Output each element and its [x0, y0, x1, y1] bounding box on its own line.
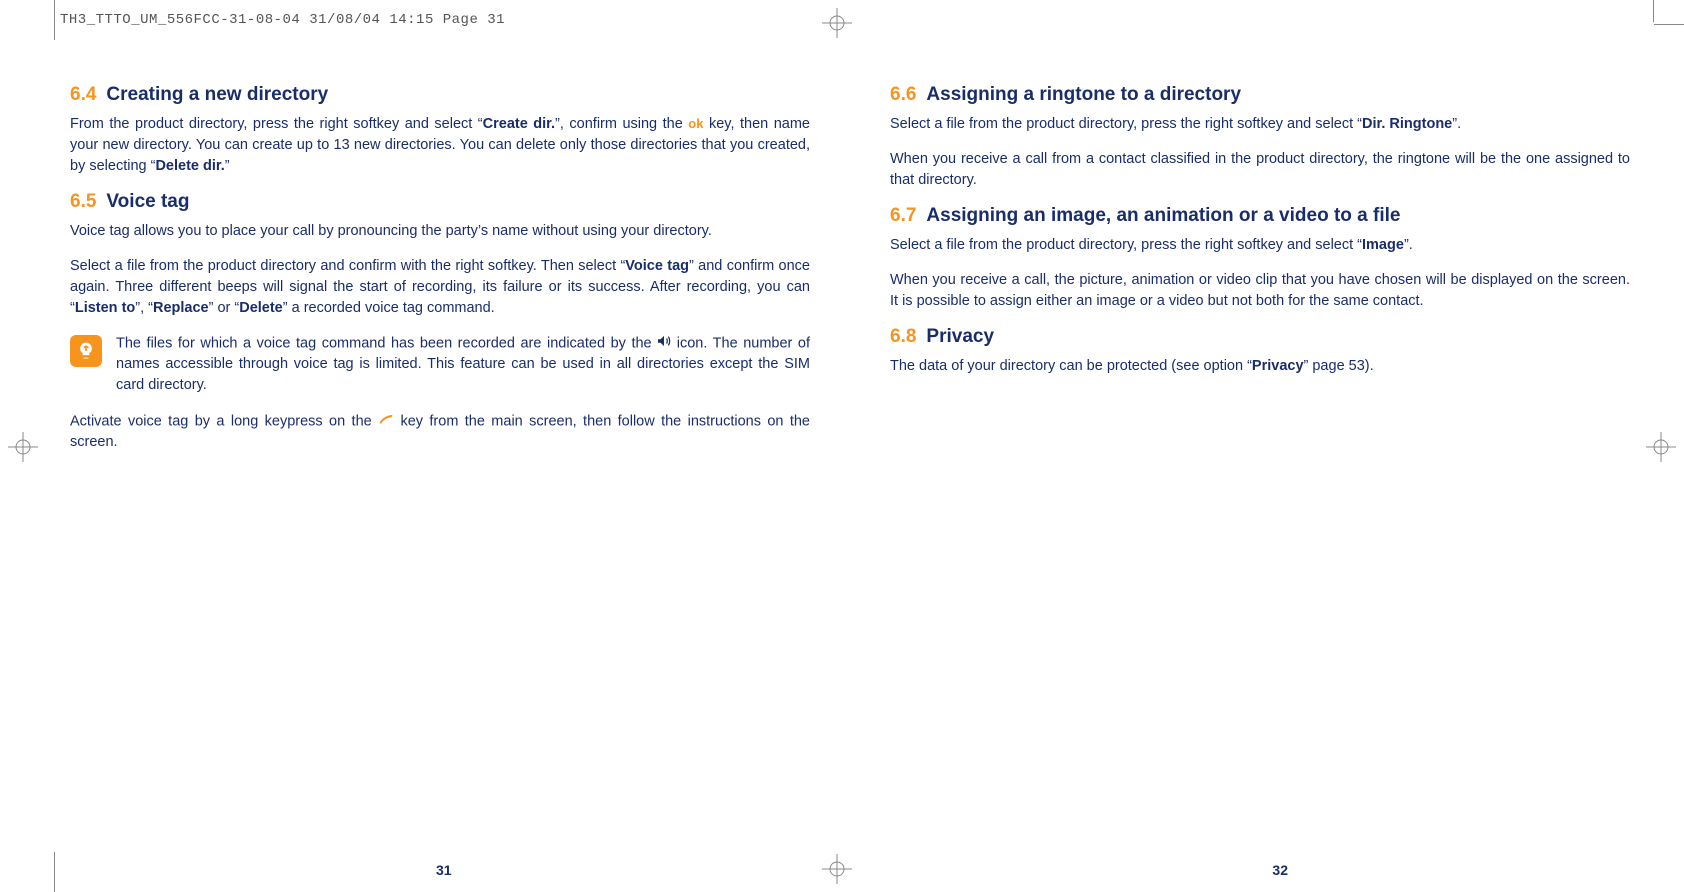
- print-header: TH3_TTTO_UM_556FCC-31-08-04 31/08/04 14:…: [60, 12, 505, 28]
- page-number-left: 31: [436, 862, 452, 878]
- section-6-8-heading: 6.8 Privacy: [890, 326, 1630, 348]
- page-number-right: 32: [1272, 862, 1288, 878]
- body-text: Activate voice tag by a long keypress on…: [70, 411, 810, 453]
- body-text: When you receive a call from a contact c…: [890, 149, 1630, 191]
- registration-mark-icon: [1646, 432, 1676, 462]
- section-number: 6.8: [890, 326, 916, 347]
- body-text: Select a file from the product directory…: [70, 256, 810, 319]
- section-6-5-heading: 6.5 Voice tag: [70, 191, 810, 213]
- section-title: Assigning a ringtone to a directory: [926, 84, 1241, 105]
- lightbulb-icon: [70, 335, 102, 367]
- speaker-icon: [657, 333, 671, 354]
- crop-mark: [1654, 24, 1684, 25]
- section-6-4-heading: 6.4 Creating a new directory: [70, 84, 810, 106]
- registration-mark-icon: [822, 854, 852, 884]
- body-text: When you receive a call, the picture, an…: [890, 270, 1630, 312]
- section-number: 6.7: [890, 205, 916, 226]
- section-title: Creating a new directory: [106, 84, 328, 105]
- page-right: 6.6 Assigning a ringtone to a directory S…: [890, 72, 1630, 467]
- section-title: Voice tag: [106, 191, 189, 212]
- section-number: 6.6: [890, 84, 916, 105]
- body-text: Select a file from the product directory…: [890, 235, 1630, 256]
- section-number: 6.5: [70, 191, 96, 212]
- section-6-7-heading: 6.7 Assigning an image, an animation or a…: [890, 205, 1630, 227]
- section-title: Privacy: [926, 326, 994, 347]
- section-6-6-heading: 6.6 Assigning a ringtone to a directory: [890, 84, 1630, 106]
- registration-mark-icon: [822, 8, 852, 38]
- crop-mark: [54, 852, 55, 892]
- section-number: 6.4: [70, 84, 96, 105]
- body-text: The data of your directory can be protec…: [890, 356, 1630, 377]
- page-left: 6.4 Creating a new directory From the pro…: [70, 72, 810, 467]
- body-text: Select a file from the product directory…: [890, 114, 1630, 135]
- tip-text: The files for which a voice tag command …: [116, 333, 810, 396]
- ok-key-icon: ok: [688, 116, 703, 131]
- call-key-icon: [378, 411, 394, 432]
- crop-mark: [54, 0, 55, 40]
- section-title: Assigning an image, an animation or a vi…: [926, 205, 1400, 226]
- crop-mark: [1653, 0, 1654, 22]
- body-text: From the product directory, press the ri…: [70, 114, 810, 177]
- tip-callout: The files for which a voice tag command …: [70, 333, 810, 396]
- registration-mark-icon: [8, 432, 38, 462]
- body-text: Voice tag allows you to place your call …: [70, 221, 810, 242]
